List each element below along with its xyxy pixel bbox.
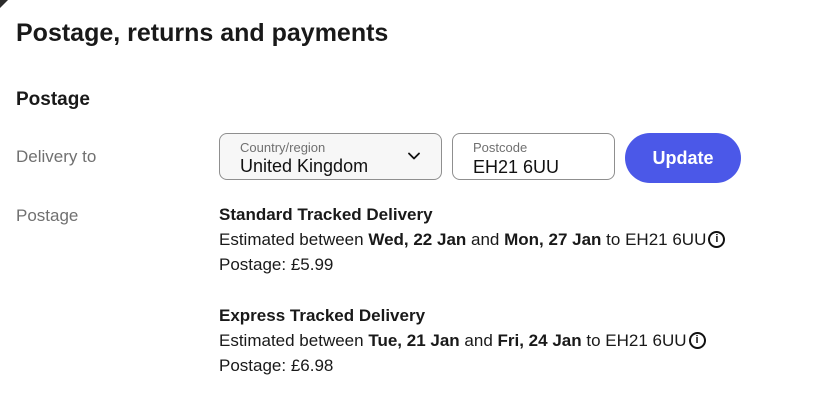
update-button[interactable]: Update [625, 133, 741, 183]
country-region-select[interactable]: Country/region United Kingdom [219, 133, 442, 180]
info-icon[interactable]: i [708, 231, 726, 248]
delivery-option-standard-tracked: Standard Tracked Delivery Estimated betw… [219, 203, 789, 286]
estimate-end-date: Mon, 27 Jan [504, 230, 602, 249]
delivery-option-name: Standard Tracked Delivery [219, 205, 433, 224]
delivery-option-express-tracked: Express Tracked Delivery Estimated betwe… [219, 304, 789, 387]
page-title: Postage, returns and payments [16, 19, 389, 47]
postage-price: £5.99 [290, 255, 334, 274]
country-region-value: United Kingdom [240, 156, 369, 176]
estimate-prefix: Estimated between [219, 230, 364, 249]
delivery-estimate: Estimated between Wed, 22 Jan and Mon, 2… [219, 227, 789, 252]
postage-price-label: Postage: [219, 356, 287, 375]
destination-prefix: to [606, 230, 621, 249]
window-corner-mark [0, 0, 8, 8]
postage-price: £6.98 [290, 356, 334, 375]
postcode-value: EH21 6UU [473, 157, 560, 177]
delivery-option-name: Express Tracked Delivery [219, 306, 426, 325]
info-icon[interactable]: i [688, 332, 706, 349]
estimate-start-date: Wed, 22 Jan [368, 230, 467, 249]
country-region-label: Country/region [240, 140, 326, 155]
estimate-prefix: Estimated between [219, 331, 364, 350]
destination-postcode: EH21 6UU [605, 331, 687, 350]
postage-price-line: Postage: £6.98 [219, 353, 789, 378]
destination-postcode: EH21 6UU [625, 230, 707, 249]
estimate-end-date: Fri, 24 Jan [497, 331, 582, 350]
postage-section-title: Postage [16, 89, 90, 110]
delivery-to-row: Delivery to Country/region United Kingdo… [16, 133, 806, 183]
estimate-start-date: Tue, 21 Jan [368, 331, 460, 350]
postage-returns-payments-panel: Postage, returns and payments Postage De… [16, 18, 806, 375]
delivery-to-label: Delivery to [16, 147, 97, 166]
postcode-label: Postcode [473, 140, 528, 155]
estimate-and-text: and [471, 230, 500, 249]
estimate-and-text: and [464, 331, 493, 350]
destination-prefix: to [586, 331, 601, 350]
postage-price-line: Postage: £5.99 [219, 252, 789, 277]
chevron-down-icon[interactable] [408, 152, 420, 160]
postcode-input[interactable]: Postcode EH21 6UU [452, 133, 615, 180]
postage-label: Postage [16, 206, 79, 225]
postage-price-label: Postage: [219, 255, 287, 274]
delivery-estimate: Estimated between Tue, 21 Jan and Fri, 2… [219, 328, 789, 353]
delivery-options-list: Standard Tracked Delivery Estimated betw… [219, 203, 789, 387]
